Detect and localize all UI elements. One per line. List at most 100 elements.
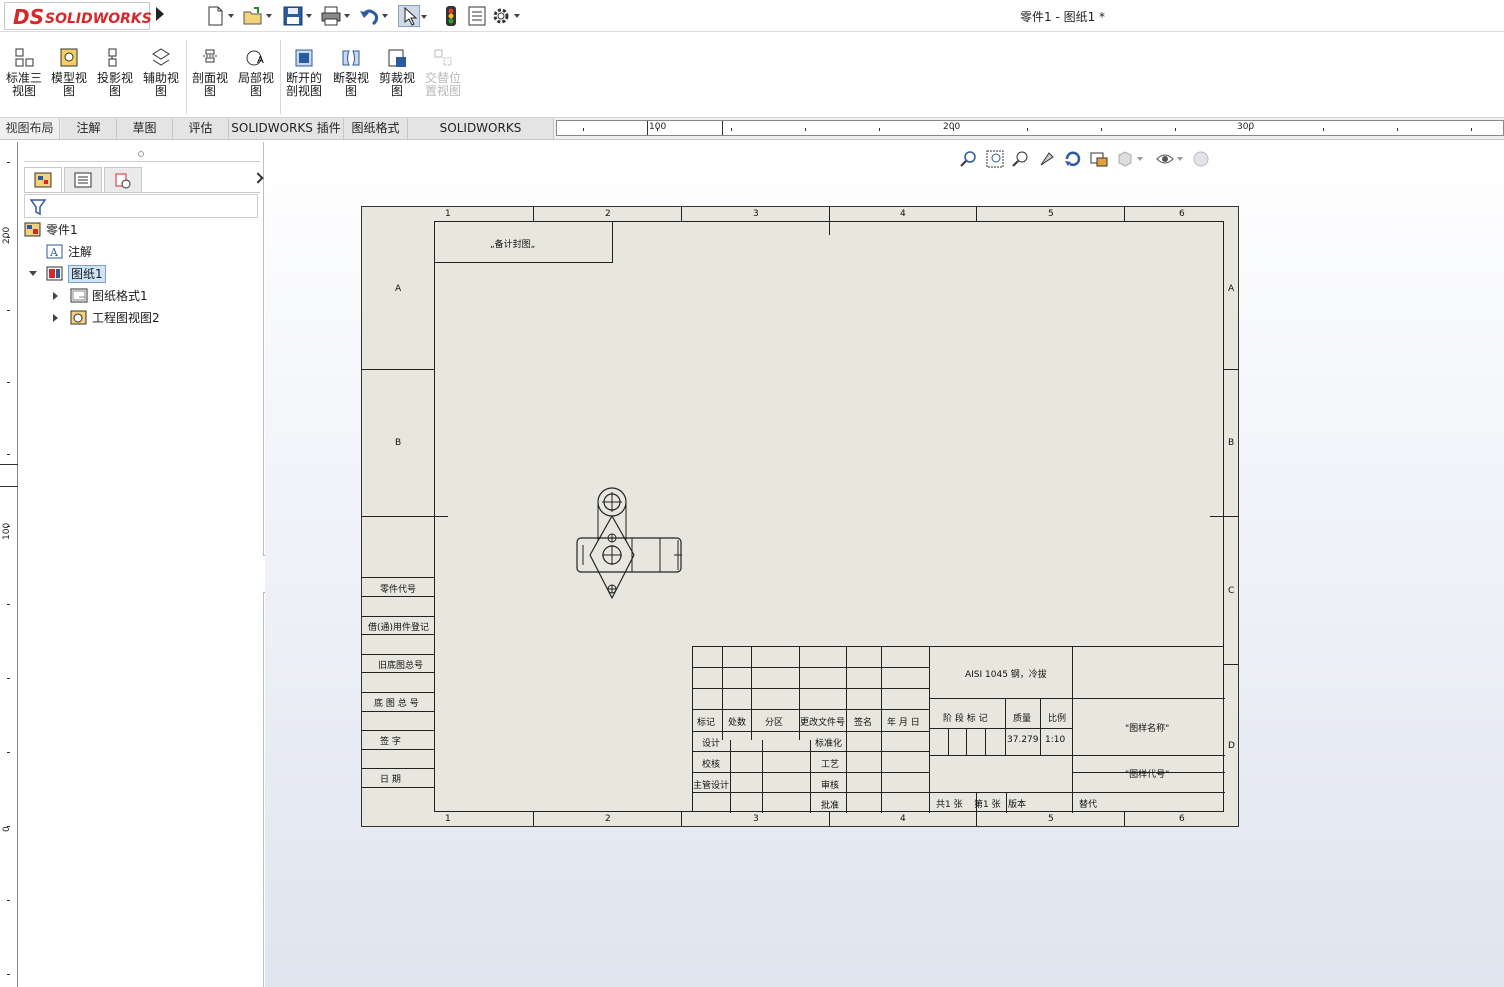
hide-show-items-icon[interactable]	[1155, 149, 1175, 169]
title-design: 设计	[702, 739, 721, 749]
break-view-button[interactable]: 断裂视图	[329, 48, 373, 114]
tree-expand-sheet-format-icon[interactable]	[53, 292, 58, 300]
rotate-view-icon[interactable]	[1063, 149, 1083, 169]
ruler-label-100: 100	[649, 122, 667, 132]
document-title: 零件1 - 图纸1 *	[1020, 10, 1106, 24]
break-view-label-2: 图	[344, 84, 357, 98]
tab-solidworks-inspection[interactable]: SOLIDWORKS Inspection	[408, 118, 554, 156]
ribbon-separator	[280, 40, 281, 114]
alternate-position-view-icon	[432, 48, 454, 68]
model-view-icon	[58, 48, 80, 68]
detail-view-icon: A	[245, 48, 267, 68]
title-standardize: 标准化	[815, 739, 843, 749]
tree-expand-drawing-view-icon[interactable]	[53, 314, 58, 322]
zone-col-6-top: 6	[1179, 209, 1185, 219]
tab-evaluate[interactable]: 评估	[173, 118, 229, 139]
rebuild-traffic-light-icon[interactable]	[440, 5, 462, 27]
solidworks-logo[interactable]: DS SOLIDWORKS	[4, 2, 152, 30]
tree-collapse-sheet1-icon[interactable]	[29, 271, 37, 276]
auxiliary-view-icon	[150, 48, 172, 68]
section-view-label-2: 图	[203, 84, 216, 98]
svg-text:A: A	[257, 55, 264, 66]
title-total-sheets: 共1 张	[936, 800, 963, 810]
file-properties-icon[interactable]	[466, 5, 488, 27]
apply-scene-icon[interactable]	[1191, 149, 1211, 169]
sheet-icon	[46, 266, 63, 281]
top-note-text: „备计封图„	[490, 240, 536, 250]
part-drawing-view[interactable]	[574, 485, 686, 609]
menu-expand-arrow-icon[interactable]	[156, 7, 164, 21]
filter-funnel-icon	[29, 199, 47, 216]
left-table-date: 日 期	[380, 775, 401, 785]
zoom-to-fit-icon[interactable]	[959, 149, 979, 169]
zone-col-1-top: 1	[445, 209, 451, 219]
crop-view-button[interactable]: 剪裁视图	[375, 48, 419, 114]
previous-view-icon[interactable]	[1089, 149, 1109, 169]
tab-property-manager[interactable]	[64, 167, 102, 192]
annotation-icon: A	[46, 244, 63, 259]
detail-view-button[interactable]: A 局部视图	[234, 48, 278, 114]
drawing-view-icon	[70, 310, 87, 325]
broken-out-section-button[interactable]: 断开的 剖视图	[282, 48, 326, 114]
top-note-box: „备计封图„	[434, 221, 613, 263]
zone-col-2-top: 2	[605, 209, 611, 219]
tab-feature-manager[interactable]	[24, 167, 62, 192]
left-table-part-code: 零件代号	[380, 585, 417, 595]
section-view-button[interactable]: 剖面视图	[188, 48, 232, 114]
display-style-icon[interactable]	[1115, 149, 1135, 169]
title-review: 审核	[821, 781, 840, 791]
panel-tabs-more-icon[interactable]	[252, 172, 264, 184]
standard-3-view-button[interactable]: 标准三 视图	[2, 48, 46, 114]
title-version: 版本	[1008, 800, 1027, 810]
tab-configuration-manager[interactable]	[104, 167, 142, 192]
zone-col-5-bottom: 5	[1048, 814, 1054, 824]
zone-col-1-bottom: 1	[445, 814, 451, 824]
tab-sheet-format[interactable]: 图纸格式	[344, 118, 408, 139]
alternate-position-view-button[interactable]: 交替位 置视图	[421, 48, 465, 114]
horizontal-ruler: 100 200 300	[556, 120, 1504, 136]
logo-solid-text: SOLID	[45, 11, 93, 27]
zone-col-3-bottom: 3	[753, 814, 759, 824]
undo-icon[interactable]	[358, 5, 388, 27]
tree-item-sheet-format1-label: 图纸格式1	[92, 289, 148, 303]
pan-icon[interactable]	[1037, 149, 1057, 169]
drawing-sheet[interactable]: 1 2 3 4 5 6 1 2 3 4 5 6 A B C D A B 零件代号…	[361, 206, 1239, 827]
tab-annotation[interactable]: 注解	[61, 118, 117, 139]
graphics-area[interactable]: 1 2 3 4 5 6 1 2 3 4 5 6 A B C D A B 零件代号…	[265, 142, 1504, 987]
zone-col-4-bottom: 4	[900, 814, 906, 824]
title-check: 校核	[702, 760, 721, 770]
title-h-doc-number: 更改文件号	[800, 718, 846, 728]
feature-manager-icon	[34, 172, 52, 188]
zoom-in-out-icon[interactable]	[1011, 149, 1031, 169]
auxiliary-view-button[interactable]: 辅助视图	[139, 48, 183, 114]
vruler-label-200: 200	[2, 226, 12, 244]
options-gear-icon[interactable]	[490, 5, 520, 27]
configuration-manager-icon	[115, 173, 131, 189]
ribbon-separator	[186, 40, 187, 114]
tab-view-layout[interactable]: 视图布局	[0, 118, 60, 139]
new-document-icon[interactable]	[204, 5, 234, 27]
title-approve: 批准	[821, 801, 840, 811]
section-view-icon	[199, 48, 221, 68]
tab-solidworks-addins[interactable]: SOLIDWORKS 插件	[229, 118, 344, 139]
zoom-to-area-icon[interactable]	[985, 149, 1005, 169]
crop-view-label-2: 图	[390, 84, 403, 98]
title-scale: 比例	[1048, 714, 1067, 724]
print-icon[interactable]	[320, 5, 350, 27]
logo-works-text: WORKS	[92, 11, 152, 27]
title-h-zone: 分区	[765, 718, 784, 728]
select-pointer-icon[interactable]	[398, 5, 427, 27]
model-view-button[interactable]: 模型视图	[47, 48, 91, 114]
zone-col-6-bottom: 6	[1179, 814, 1185, 824]
projected-view-button[interactable]: 投影视图	[93, 48, 137, 114]
part-drawing-icon	[24, 222, 41, 237]
sheet-format-icon	[70, 288, 88, 303]
panel-collapse-handle[interactable]	[138, 151, 144, 157]
save-icon[interactable]	[282, 5, 312, 27]
tree-filter-input[interactable]	[24, 194, 258, 218]
title-main-design: 主管设计	[693, 781, 730, 791]
title-drawing-code: "图样代号"	[1125, 770, 1170, 780]
title-block: 标记 处数 分区 更改文件号 签名 年 月 日 设计 校核 主管设计 标准化 工…	[692, 646, 1225, 813]
open-folder-icon[interactable]	[242, 5, 272, 27]
tab-sketch[interactable]: 草图	[117, 118, 173, 139]
